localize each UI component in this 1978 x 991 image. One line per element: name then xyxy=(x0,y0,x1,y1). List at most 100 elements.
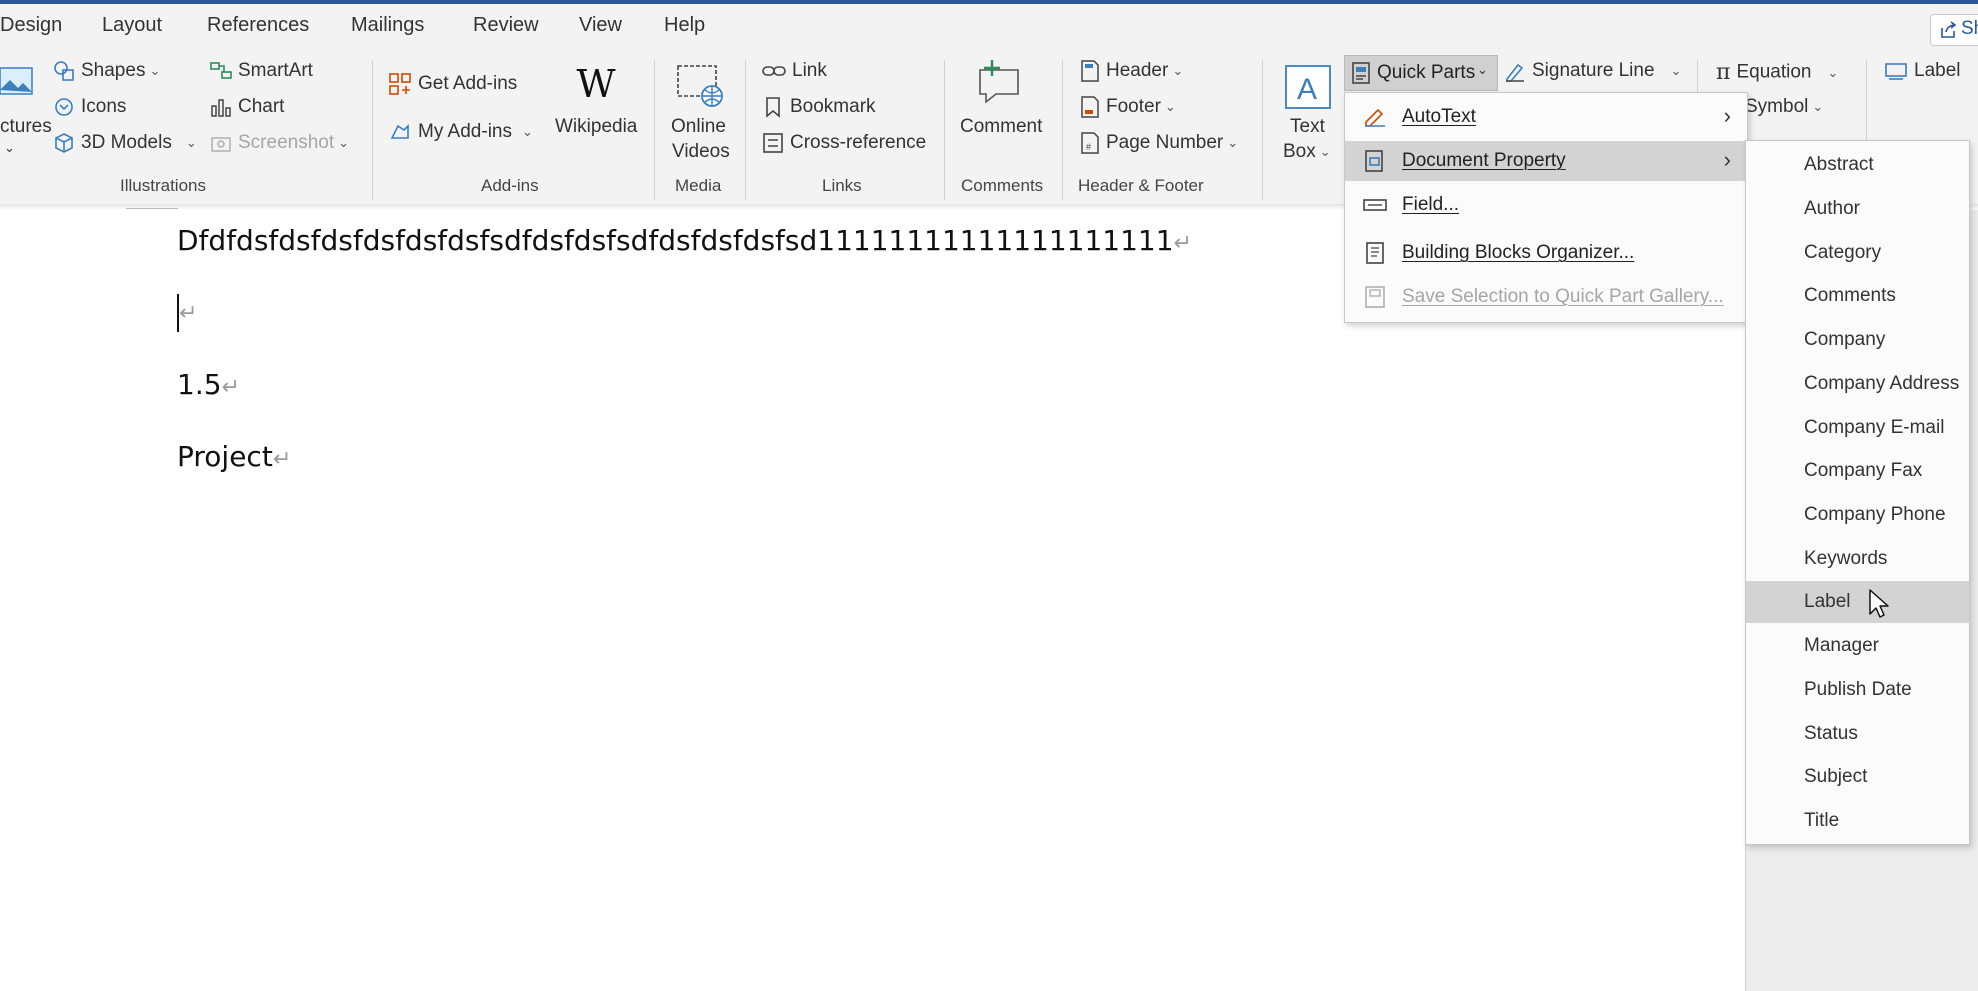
chevron-down-icon: ⌄ xyxy=(1812,98,1824,114)
chevron-right-icon: › xyxy=(1723,147,1731,172)
tab-layout[interactable]: Layout xyxy=(102,14,162,37)
ribbon-tabs: Design Layout References Mailings Review… xyxy=(0,4,1978,52)
submenu-item-label[interactable]: Label xyxy=(1746,581,1969,623)
screenshot-button[interactable]: Screenshot ⌄ xyxy=(210,132,349,154)
tab-mailings[interactable]: Mailings xyxy=(351,14,424,37)
chevron-down-icon: ⌄ xyxy=(1477,62,1488,77)
paragraph-mark: ↵ xyxy=(272,447,292,472)
submenu-item-publish-date[interactable]: Publish Date xyxy=(1746,669,1969,711)
chevron-down-icon: ⌄ xyxy=(1670,63,1682,78)
label-button[interactable]: Label xyxy=(1884,60,1961,82)
cube-icon xyxy=(55,133,73,153)
submenu-item-status[interactable]: Status xyxy=(1746,713,1969,755)
submenu-item-category[interactable]: Category xyxy=(1746,232,1969,274)
submenu-item-company[interactable]: Company xyxy=(1746,319,1969,361)
shapes-button[interactable]: Shapes ⌄ xyxy=(53,60,160,82)
signature-line-button[interactable]: Signature Line ⌄ xyxy=(1504,60,1681,82)
menu-item-field[interactable]: Field... xyxy=(1345,185,1747,225)
autotext-icon xyxy=(1365,108,1385,127)
media-group-label: Media xyxy=(675,176,722,195)
header-button[interactable]: Header ⌄ xyxy=(1080,60,1183,82)
page-number-button[interactable]: # Page Number ⌄ xyxy=(1080,132,1238,154)
illustrations-group-label: Illustrations xyxy=(120,176,206,195)
pictures-button[interactable]: ctures xyxy=(0,116,52,138)
chevron-down-icon: ⌄ xyxy=(1172,63,1184,78)
svg-text:#: # xyxy=(1086,142,1091,152)
bookmark-button[interactable]: Bookmark xyxy=(762,96,876,118)
header-icon xyxy=(1081,60,1099,82)
submenu-item-comments[interactable]: Comments xyxy=(1746,275,1969,317)
submenu-item-company-phone[interactable]: Company Phone xyxy=(1746,494,1969,536)
link-button[interactable]: Link xyxy=(762,60,827,82)
equation-button[interactable]: π Equation ⌄ xyxy=(1716,60,1838,85)
wikipedia-button[interactable]: Wikipedia xyxy=(555,114,637,139)
tab-references[interactable]: References xyxy=(207,14,309,37)
chart-button[interactable]: Chart xyxy=(210,96,284,118)
tab-view[interactable]: View xyxy=(579,14,622,37)
chart-icon xyxy=(211,99,231,117)
pictures-icon xyxy=(0,67,33,95)
chevron-down-icon: ⌄ xyxy=(1164,99,1176,114)
submenu-item-author[interactable]: Author xyxy=(1746,188,1969,230)
submenu-item-company-address[interactable]: Company Address xyxy=(1746,363,1969,405)
chevron-down-icon: ⌄ xyxy=(338,135,350,150)
group-separator xyxy=(1062,60,1063,200)
cross-reference-icon xyxy=(763,133,783,153)
pictures-chevron-icon: ⌄ xyxy=(4,140,15,155)
menu-item-save-selection[interactable]: Save Selection to Quick Part Gallery... xyxy=(1345,277,1747,317)
submenu-item-keywords[interactable]: Keywords xyxy=(1746,538,1969,580)
tab-help[interactable]: Help xyxy=(664,14,705,37)
symbol-button[interactable]: Symbol ⌄ xyxy=(1745,96,1823,118)
quick-parts-icon xyxy=(1352,62,1370,84)
tab-design[interactable]: Design xyxy=(0,14,62,37)
text-box-button[interactable]: Text xyxy=(1290,114,1325,139)
save-selection-icon xyxy=(1365,286,1385,308)
submenu-item-manager[interactable]: Manager xyxy=(1746,625,1969,667)
addins-group-label: Add-ins xyxy=(481,176,539,195)
group-separator xyxy=(944,60,945,200)
comments-group-label: Comments xyxy=(961,176,1044,195)
page-corner-mark xyxy=(126,208,178,219)
3d-models-button[interactable]: 3D Models ⌄ xyxy=(53,132,197,154)
paragraph-mark: ↵ xyxy=(1173,231,1192,256)
submenu-item-company-email[interactable]: Company E-mail xyxy=(1746,407,1969,449)
submenu-item-abstract[interactable]: Abstract xyxy=(1746,144,1969,186)
group-separator xyxy=(654,60,655,200)
share-icon xyxy=(1941,21,1957,38)
chevron-down-icon: ⌄ xyxy=(185,135,197,150)
document-line-2[interactable]: ↵ xyxy=(177,294,197,332)
quick-parts-button[interactable]: Quick Parts ⌄ xyxy=(1344,55,1498,91)
chevron-right-icon: › xyxy=(1723,103,1731,128)
document-line-4[interactable]: Project↵ xyxy=(177,440,291,473)
online-videos-label-line2: Videos xyxy=(672,141,730,162)
smartart-button[interactable]: SmartArt xyxy=(210,60,313,82)
submenu-item-company-fax[interactable]: Company Fax xyxy=(1746,450,1969,492)
get-addins-button[interactable]: Get Add-ins xyxy=(388,72,517,96)
tab-review[interactable]: Review xyxy=(473,14,539,37)
my-addins-button[interactable]: My Add-ins ⌄ xyxy=(388,120,533,144)
comment-button[interactable]: Comment xyxy=(960,114,1042,139)
icons-button[interactable]: Icons xyxy=(53,96,126,118)
submenu-item-title[interactable]: Title xyxy=(1746,800,1969,842)
document-line-1[interactable]: Dfdfdsfdsfdsfdsfdsfdsfsdfdsfdsfsdfdsfdsf… xyxy=(177,224,1192,257)
footer-button[interactable]: Footer ⌄ xyxy=(1080,96,1176,118)
document-line-3[interactable]: 1.5↵ xyxy=(177,368,240,401)
smartart-icon xyxy=(210,62,232,79)
header-footer-group-label: Header & Footer xyxy=(1078,176,1204,195)
chevron-down-icon: ⌄ xyxy=(1227,135,1239,150)
submenu-item-subject[interactable]: Subject xyxy=(1746,756,1969,798)
menu-item-building-blocks-organizer[interactable]: Building Blocks Organizer... xyxy=(1345,233,1747,273)
menu-item-autotext[interactable]: AutoText › xyxy=(1345,97,1747,137)
text-box-label-line2: Box ⌄ xyxy=(1283,141,1331,162)
group-separator xyxy=(745,60,746,200)
new-comment-icon xyxy=(979,60,1019,104)
online-videos-button[interactable]: Online xyxy=(671,114,726,139)
text-box-icon: A xyxy=(1285,65,1331,109)
text-cursor xyxy=(177,294,179,332)
share-button[interactable]: Sh xyxy=(1930,14,1978,46)
menu-item-document-property[interactable]: Document Property › xyxy=(1345,141,1747,181)
footer-icon xyxy=(1081,96,1099,118)
cross-reference-button[interactable]: Cross-reference xyxy=(762,132,926,154)
field-icon xyxy=(1363,199,1387,211)
document-property-icon xyxy=(1365,150,1383,172)
